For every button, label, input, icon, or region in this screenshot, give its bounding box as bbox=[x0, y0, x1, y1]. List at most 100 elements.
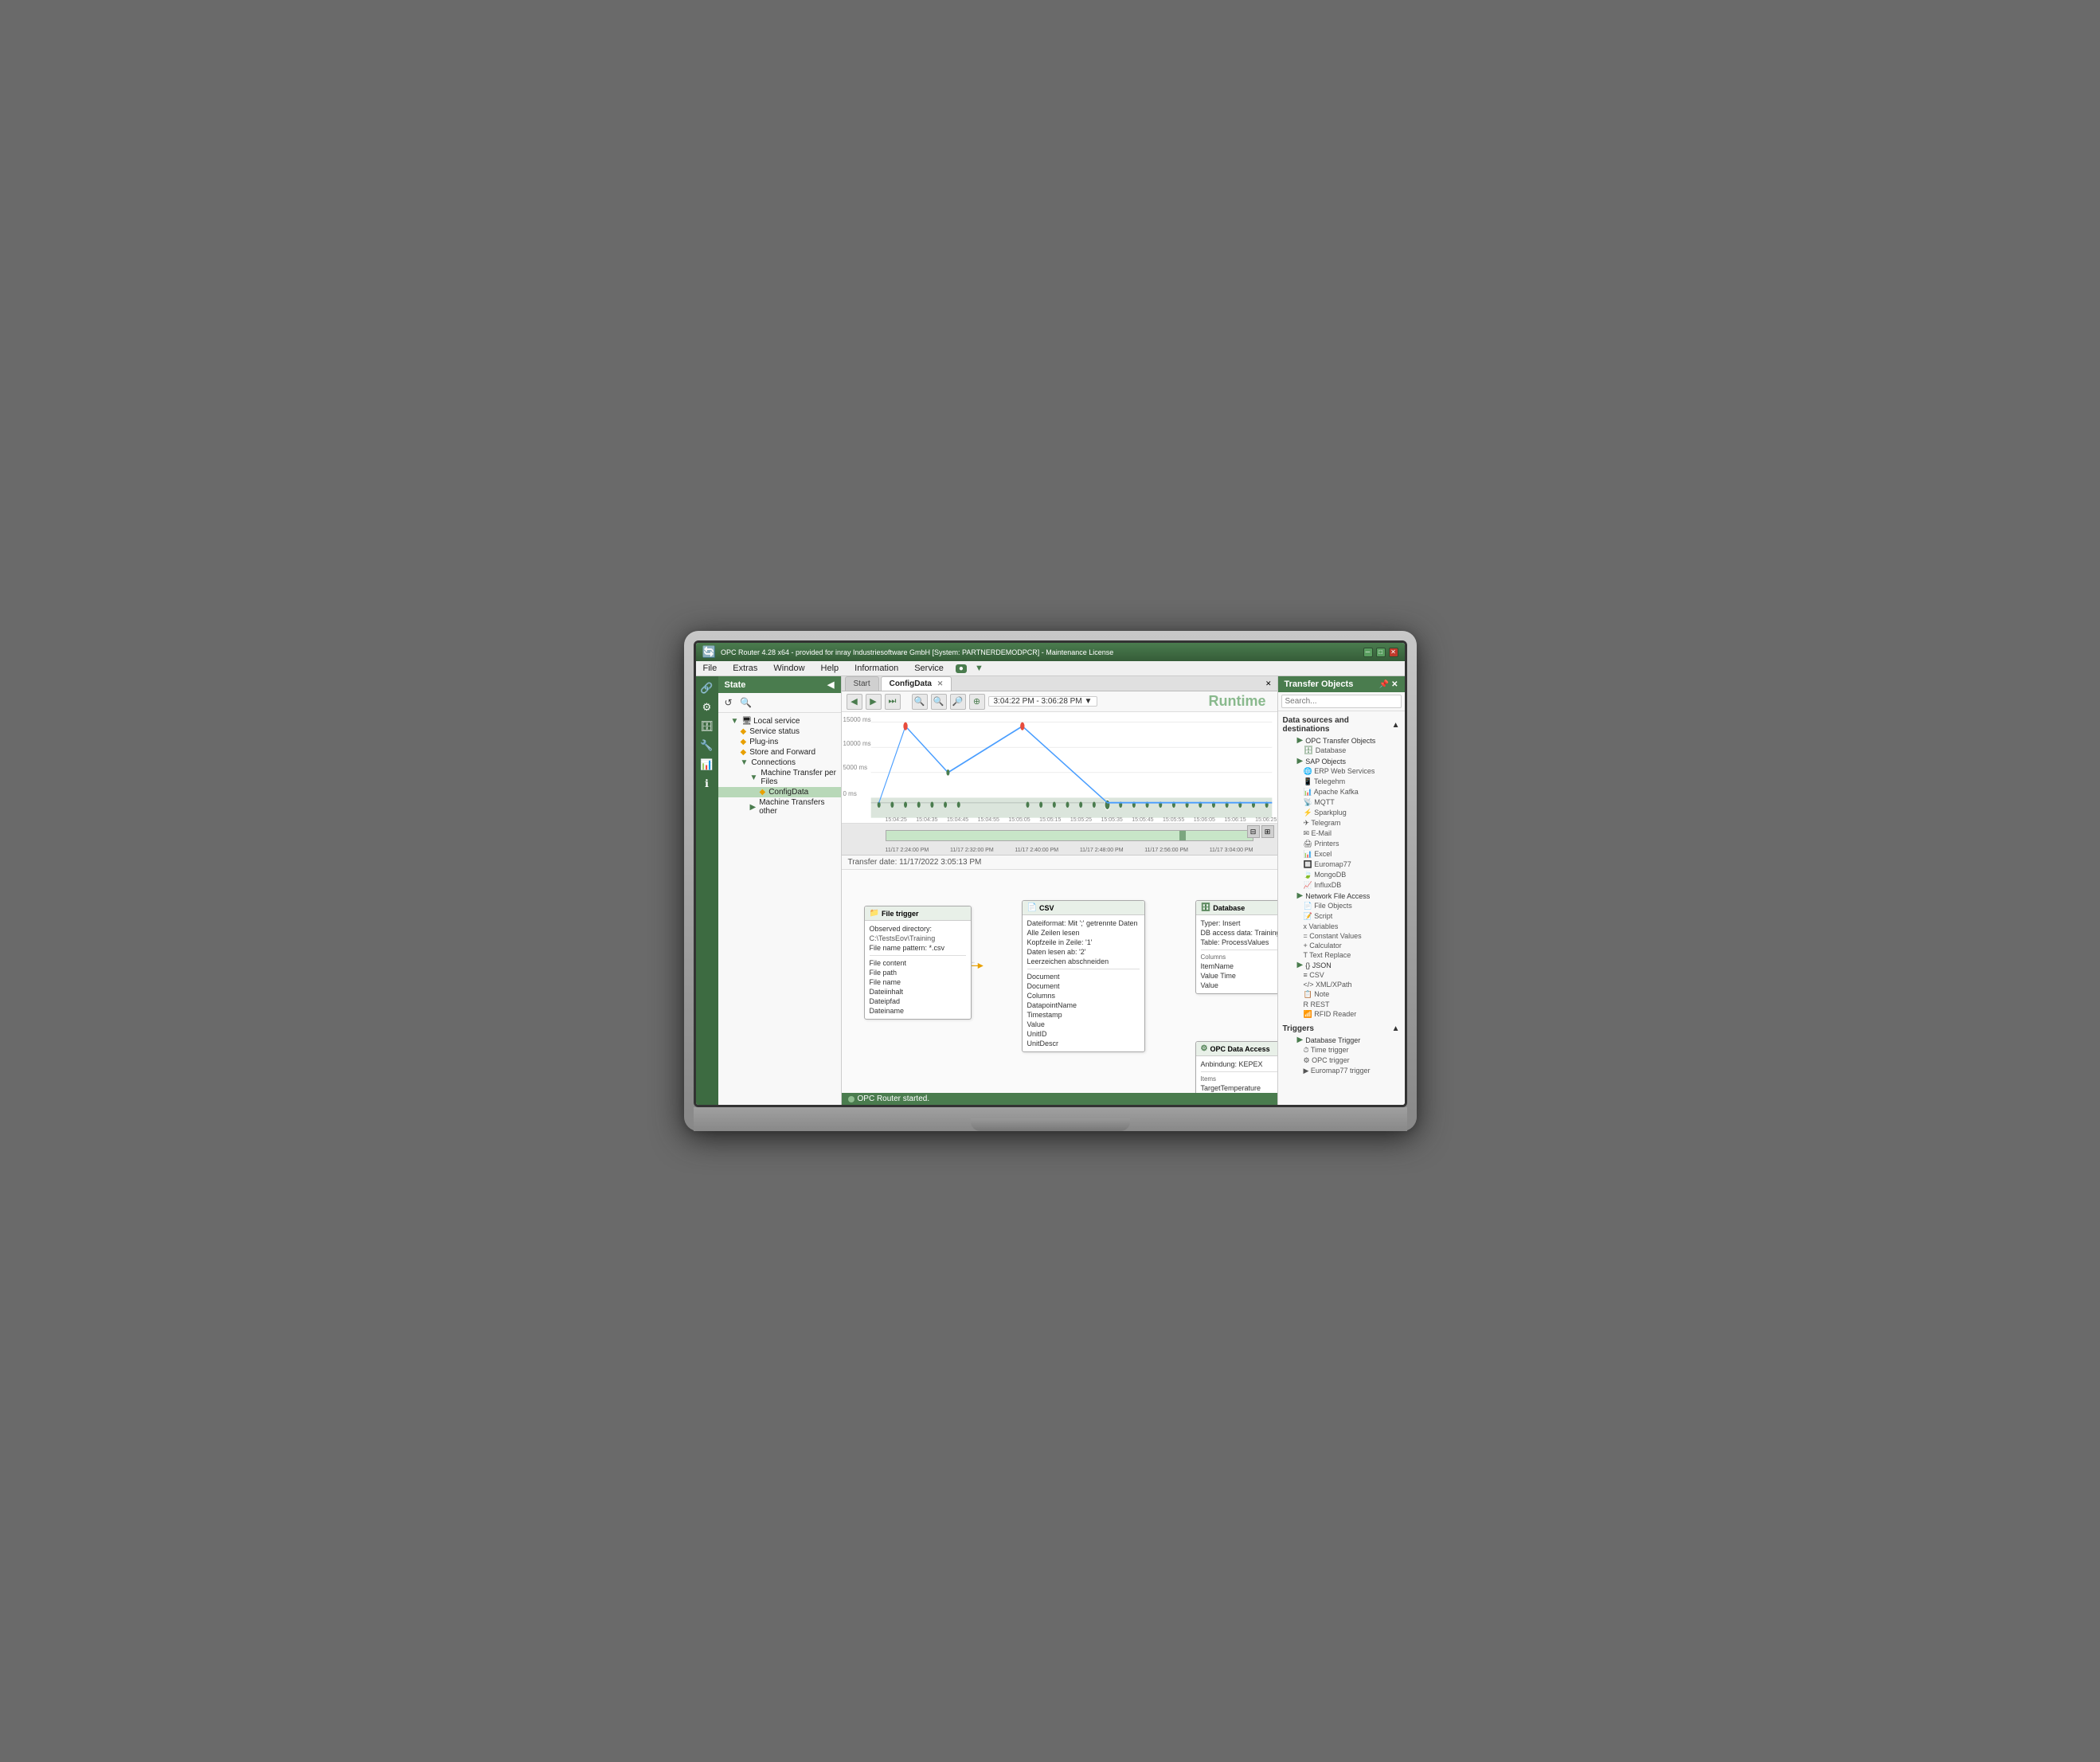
strip-icon-1[interactable]: 🔗 bbox=[698, 679, 716, 697]
rp-sub-mongodb[interactable]: 🍃 MongoDB bbox=[1288, 870, 1405, 880]
chart-back-btn[interactable]: ◀ bbox=[847, 694, 862, 710]
tab-close-icon[interactable]: ✕ bbox=[937, 679, 944, 687]
data-sources-collapse[interactable]: ▲ bbox=[1392, 721, 1400, 730]
rp-item-json[interactable]: ▶ {} JSON bbox=[1288, 960, 1405, 970]
rp-sub-excel[interactable]: 📊 Excel bbox=[1288, 849, 1405, 859]
strip-icon-3[interactable]: 🗄 bbox=[698, 718, 716, 735]
right-panel-search-input[interactable] bbox=[1281, 695, 1402, 708]
strip-icon-5[interactable]: 📊 bbox=[698, 756, 716, 773]
tab-configdata[interactable]: ConfigData ✕ bbox=[881, 676, 952, 691]
json-icon: ▶ bbox=[1297, 961, 1304, 969]
close-button[interactable]: ✕ bbox=[1389, 648, 1398, 657]
rp-sub-printers[interactable]: 🖨 Printers bbox=[1288, 839, 1405, 849]
rp-sub-sparkplug[interactable]: ⚡ Sparkplug bbox=[1288, 808, 1405, 818]
timeline-btn-2[interactable]: ⊞ bbox=[1261, 825, 1274, 838]
menu-extras[interactable]: Extras bbox=[729, 663, 761, 674]
file-trigger-body: Observed directory: C:\TestsEov\Training… bbox=[865, 921, 971, 1019]
menu-window[interactable]: Window bbox=[769, 663, 808, 674]
maximize-button[interactable]: □ bbox=[1376, 648, 1386, 657]
chart-play-btn[interactable]: ▶ bbox=[866, 694, 882, 710]
tree-item-connections[interactable]: ▼ Connections bbox=[718, 758, 841, 768]
rp-sub-rest[interactable]: R REST bbox=[1288, 1000, 1405, 1009]
menu-help[interactable]: Help bbox=[817, 663, 843, 674]
tree-item-machine-transfers-other[interactable]: ▶ Machine Transfers other bbox=[718, 797, 841, 816]
sidebar-header: State ◀ bbox=[718, 676, 841, 693]
rp-section-data-sources-header[interactable]: Data sources anddestinations ▲ bbox=[1278, 715, 1405, 735]
rp-sub-euromap-trigger[interactable]: ▶ Euromap77 trigger bbox=[1288, 1066, 1405, 1076]
flow-box-database[interactable]: 🗄 Database Typer: Insert DB access data:… bbox=[1195, 900, 1277, 994]
rp-sub-email[interactable]: ✉ E-Mail bbox=[1288, 828, 1405, 839]
sidebar-collapse-icon[interactable]: ◀ bbox=[827, 679, 834, 690]
strip-icon-4[interactable]: 🔧 bbox=[698, 737, 716, 754]
chart-search-btn[interactable]: ⊕ bbox=[969, 694, 985, 710]
rp-sub-mqtt[interactable]: 📡 MQTT bbox=[1288, 797, 1405, 808]
time-display[interactable]: 3:04:22 PM - 3:06:28 PM ▼ bbox=[988, 696, 1098, 707]
tab-area-close[interactable]: ✕ bbox=[1263, 677, 1274, 691]
opc-trigger-icon: ⚙ bbox=[1304, 1056, 1310, 1064]
out-value: Value bbox=[1027, 1020, 1140, 1029]
tree-item-machine-transfer[interactable]: ▼ Machine Transfer per Files bbox=[718, 768, 841, 787]
rp-item-sap[interactable]: ▶ SAP Objects bbox=[1288, 756, 1405, 766]
chart-zoom-out-btn[interactable]: 🔍 bbox=[931, 694, 947, 710]
monitor: 🔄 OPC Router 4.28 x64 - provided for inr… bbox=[684, 631, 1417, 1131]
rp-sub-telegram[interactable]: ✈ Telegram bbox=[1288, 818, 1405, 828]
tree-item-store-forward[interactable]: ◆ Store and Forward bbox=[718, 747, 841, 758]
chart-zoom-in-btn[interactable]: 🔍 bbox=[912, 694, 928, 710]
rp-sub-constant[interactable]: = Constant Values bbox=[1288, 931, 1405, 941]
rp-triggers-header[interactable]: Triggers ▲ bbox=[1278, 1023, 1405, 1035]
sparkplug-icon: ⚡ bbox=[1304, 809, 1312, 816]
csv-data-from: Daten lesen ab: '2' bbox=[1027, 947, 1140, 957]
opc-target-temp: TargetTemperature bbox=[1201, 1083, 1277, 1093]
tree-item-plugins[interactable]: ◆ Plug-ins bbox=[718, 737, 841, 747]
menu-file[interactable]: File bbox=[699, 663, 722, 674]
flow-box-csv[interactable]: 📄 CSV Dateiformat: Mit ';' getrennte Dat… bbox=[1022, 900, 1145, 1052]
tree-item-service-status[interactable]: ◆ Service status bbox=[718, 726, 841, 737]
right-panel-close-btn[interactable]: ✕ bbox=[1391, 680, 1398, 689]
timeline-btn-1[interactable]: ⊟ bbox=[1247, 825, 1260, 838]
service-dropdown[interactable]: ▼ bbox=[975, 664, 984, 673]
rp-sub-variables[interactable]: x Variables bbox=[1288, 922, 1405, 931]
rp-sub-euromap77[interactable]: 🔲 Euromap77 bbox=[1288, 859, 1405, 870]
tree-item-local-service[interactable]: ▼ 🖥 Local service bbox=[718, 716, 841, 726]
strip-icon-6[interactable]: ℹ bbox=[698, 775, 716, 793]
rp-sub-csv[interactable]: ≡ CSV bbox=[1288, 970, 1405, 980]
rp-sub-rfid[interactable]: 📶 RFID Reader bbox=[1288, 1009, 1405, 1020]
minimize-button[interactable]: ─ bbox=[1363, 648, 1373, 657]
separator-1 bbox=[870, 955, 966, 956]
rp-item-network-file[interactable]: ▶ Network File Access bbox=[1288, 891, 1405, 901]
rp-sub-database[interactable]: 🗄 Database bbox=[1288, 746, 1405, 756]
rp-sub-influxdb[interactable]: 📈 InfluxDB bbox=[1288, 880, 1405, 891]
diagram-area[interactable]: Datapo... nd=23... 10/6/2... bbox=[842, 870, 1277, 1093]
text-replace-icon: T bbox=[1304, 951, 1308, 959]
rp-sub-time-trigger[interactable]: ⏱ Time trigger bbox=[1288, 1045, 1405, 1055]
rp-sub-xml[interactable]: </> XML/XPath bbox=[1288, 980, 1405, 989]
rp-sub-erp[interactable]: 🌐 ERP Web Services bbox=[1288, 766, 1405, 777]
rp-sub-kafka[interactable]: 📊 Apache Kafka bbox=[1288, 787, 1405, 797]
right-panel-pin-btn[interactable]: 📌 bbox=[1379, 680, 1389, 689]
rp-sub-script[interactable]: 📝 Script bbox=[1288, 911, 1405, 922]
constant-icon: = bbox=[1304, 932, 1308, 940]
rp-sub-telegehm[interactable]: 📱 Telegehm bbox=[1288, 777, 1405, 787]
flow-box-file-trigger[interactable]: 📁 File trigger Observed directory: C:\Te… bbox=[864, 906, 972, 1020]
chart-zoom-fit-btn[interactable]: 🔎 bbox=[950, 694, 966, 710]
rp-sub-file-objects[interactable]: 📄 File Objects bbox=[1288, 901, 1405, 911]
database-icon: 🗄 bbox=[1201, 903, 1211, 912]
menu-service[interactable]: Service bbox=[910, 663, 948, 674]
chart-skip-btn[interactable]: ⏭ bbox=[885, 694, 901, 710]
rp-sub-opc-trigger[interactable]: ⚙ OPC trigger bbox=[1288, 1055, 1405, 1066]
menu-information[interactable]: Information bbox=[851, 663, 902, 674]
rp-item-db-trigger[interactable]: ▶ Database Trigger bbox=[1288, 1035, 1405, 1045]
rp-sub-text-replace[interactable]: T Text Replace bbox=[1288, 950, 1405, 960]
strip-icon-2[interactable]: ⚙ bbox=[698, 699, 716, 716]
tree-item-configdata[interactable]: ◆ ConfigData bbox=[718, 787, 841, 797]
tab-start[interactable]: Start bbox=[845, 676, 879, 691]
observed-dir-label: Observed directory: bbox=[870, 924, 966, 934]
db-trigger-icon: ▶ bbox=[1297, 1036, 1304, 1044]
triggers-collapse[interactable]: ▲ bbox=[1392, 1024, 1400, 1033]
flow-box-opc[interactable]: ⚙ OPC Data Access Anbindung: KEPEX Items… bbox=[1195, 1041, 1277, 1093]
rp-sub-calculator[interactable]: + Calculator bbox=[1288, 941, 1405, 950]
rp-sub-note[interactable]: 📋 Note bbox=[1288, 989, 1405, 1000]
rp-item-opc-transfer[interactable]: ▶ OPC Transfer Objects bbox=[1288, 735, 1405, 746]
sidebar-search-btn[interactable]: 🔍 bbox=[739, 695, 753, 710]
sidebar-refresh-btn[interactable]: ↺ bbox=[722, 695, 736, 710]
